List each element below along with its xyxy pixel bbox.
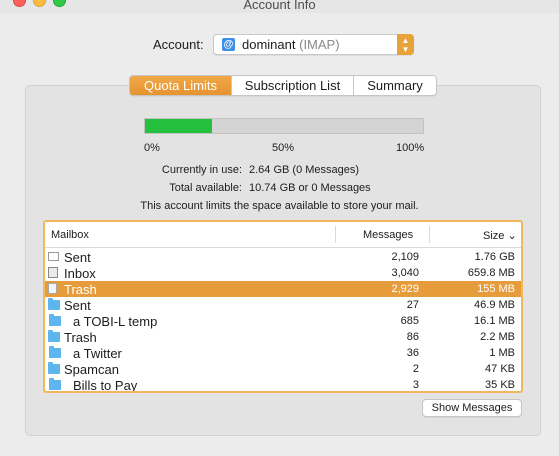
message-count: 3,040 bbox=[391, 267, 419, 279]
tab-bar: Quota Limits Subscription List Summary bbox=[129, 75, 437, 96]
table-header: Mailbox Messages Size ⌄ bbox=[45, 222, 521, 248]
quota-note: This account limits the space available … bbox=[140, 200, 419, 212]
mailbox-name: Trash bbox=[64, 330, 97, 345]
folder-icon bbox=[49, 346, 61, 358]
available-value: 10.74 GB or 0 Messages bbox=[249, 182, 371, 194]
quota-fill bbox=[145, 119, 212, 133]
mailbox-name: Sent bbox=[64, 250, 91, 265]
account-name: dominant (IMAP) bbox=[242, 37, 340, 52]
sort-chevron-icon: ⌄ bbox=[507, 230, 517, 242]
folder-icon bbox=[49, 314, 61, 326]
window-title: Account Info bbox=[243, 0, 316, 12]
folder-icon bbox=[49, 378, 61, 390]
tab-quota-limits[interactable]: Quota Limits bbox=[130, 76, 232, 95]
message-count: 86 bbox=[406, 331, 419, 343]
column-divider[interactable] bbox=[429, 226, 430, 243]
folder-icon bbox=[48, 362, 60, 374]
title-bar: Account Info bbox=[0, 0, 559, 13]
column-size[interactable]: Size ⌄ bbox=[483, 229, 517, 242]
in-use-value: 2.64 GB (0 Messages) bbox=[249, 164, 360, 176]
mailbox-table[interactable]: Mailbox Messages Size ⌄ Sent 2,109 1.76 GB… bbox=[43, 220, 523, 393]
account-select[interactable]: @ dominant (IMAP) ▲ ▼ bbox=[213, 34, 414, 55]
in-use-label: Currently in use: bbox=[161, 164, 242, 176]
mailbox-size: 2.2 MB bbox=[480, 331, 515, 343]
message-count: 3 bbox=[412, 379, 419, 391]
tab-subscription-list[interactable]: Subscription List bbox=[232, 76, 354, 95]
mailbox-name: Trash bbox=[64, 282, 97, 297]
column-divider[interactable] bbox=[335, 226, 336, 243]
mailbox-name: Bills to Pay bbox=[73, 378, 138, 393]
mailbox-size: 1.76 GB bbox=[474, 251, 515, 263]
table-row[interactable]: Bills to Pay 3 35 KB bbox=[45, 377, 521, 393]
message-count: 685 bbox=[400, 315, 419, 327]
message-count: 36 bbox=[406, 347, 419, 359]
mailbox-size: 46.9 MB bbox=[474, 299, 515, 311]
mailbox-size: 1 MB bbox=[489, 347, 515, 359]
quota-bar bbox=[144, 118, 424, 134]
folder-icon bbox=[48, 298, 60, 310]
tab-summary[interactable]: Summary bbox=[354, 76, 436, 95]
show-messages-button[interactable]: Show Messages bbox=[422, 399, 522, 417]
mailbox-name: a Twitter bbox=[73, 346, 122, 361]
mailbox-name: Inbox bbox=[64, 266, 96, 281]
table-row[interactable]: Spamcan 2 47 KB bbox=[45, 361, 521, 377]
available-label: Total available: bbox=[169, 182, 242, 194]
message-count: 27 bbox=[406, 299, 419, 311]
tick-100-label: 100% bbox=[396, 142, 425, 154]
tick-50-label: 50% bbox=[272, 142, 295, 154]
mailbox-size: 659.8 MB bbox=[467, 267, 515, 279]
at-sign-icon: @ bbox=[222, 38, 235, 51]
mailbox-size: 155 MB bbox=[477, 283, 515, 295]
folder-icon bbox=[48, 330, 60, 342]
sent-icon bbox=[48, 252, 59, 261]
table-rows: Sent 2,109 1.76 GB Inbox 3,040 659.8 MB Trash 2… bbox=[45, 249, 521, 393]
mailbox-name: Sent bbox=[64, 298, 91, 313]
message-count: 2,929 bbox=[391, 283, 419, 295]
mailbox-name: a TOBI-L temp bbox=[73, 314, 158, 329]
table-row[interactable]: a TOBI-L temp 685 16.1 MB bbox=[45, 313, 521, 329]
table-row[interactable]: a Twitter 36 1 MB bbox=[45, 345, 521, 361]
message-count: 2,109 bbox=[391, 251, 419, 263]
table-row[interactable]: Sent 2,109 1.76 GB bbox=[45, 249, 521, 265]
mailbox-size: 47 KB bbox=[485, 363, 515, 375]
mailbox-size: 16.1 MB bbox=[474, 315, 515, 327]
table-row[interactable]: Inbox 3,040 659.8 MB bbox=[45, 265, 521, 281]
mailbox-name: Spamcan bbox=[64, 362, 119, 377]
table-row[interactable]: Trash 2,929 155 MB bbox=[45, 281, 521, 297]
trash-icon bbox=[48, 283, 57, 294]
account-label: Account: bbox=[153, 37, 204, 52]
column-messages[interactable]: Messages bbox=[363, 229, 413, 241]
chevron-updown-icon: ▲ ▼ bbox=[397, 34, 414, 55]
column-mailbox[interactable]: Mailbox bbox=[51, 229, 89, 241]
message-count: 2 bbox=[412, 363, 419, 375]
mailbox-size: 35 KB bbox=[485, 379, 515, 391]
table-row[interactable]: Trash 86 2.2 MB bbox=[45, 329, 521, 345]
inbox-icon bbox=[48, 267, 58, 278]
table-row[interactable]: Sent 27 46.9 MB bbox=[45, 297, 521, 313]
tick-0-label: 0% bbox=[144, 142, 160, 154]
